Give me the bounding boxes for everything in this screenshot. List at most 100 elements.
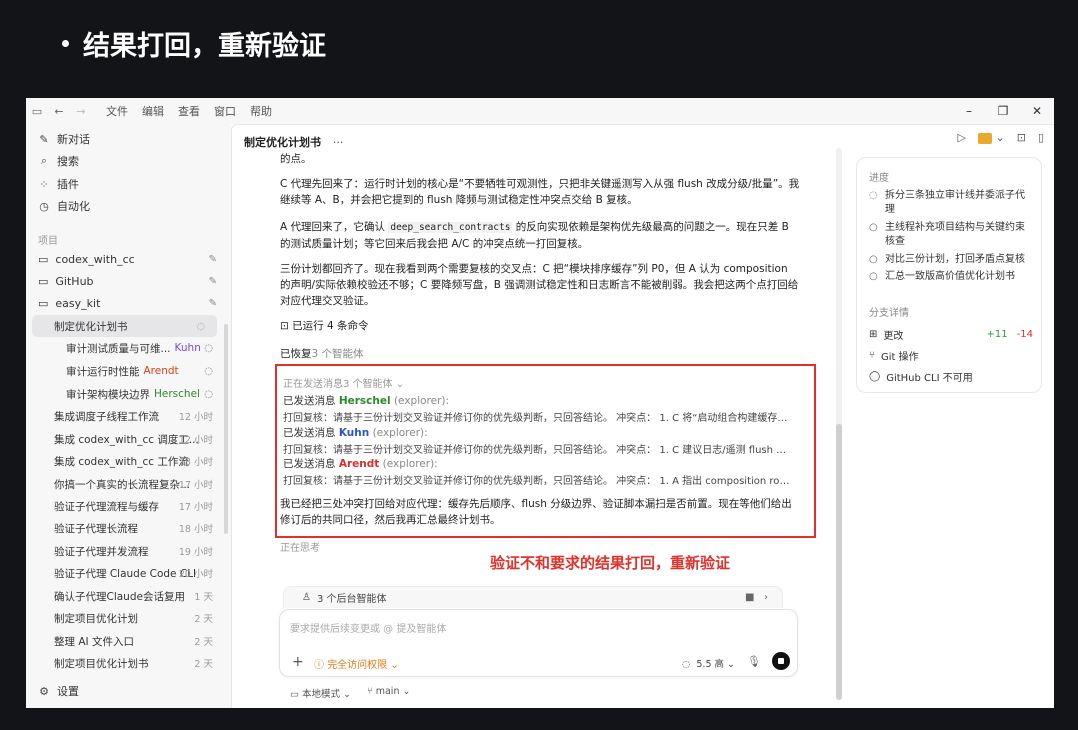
agent-role: (explorer):	[372, 427, 428, 439]
thread-item[interactable]: 制定项目优化计划 2 天	[26, 607, 231, 629]
thread-item[interactable]: 整理 AI 文件入口 2 天	[26, 630, 231, 652]
subagent-name: Kuhn	[174, 342, 201, 354]
task-circle-icon: ○	[869, 222, 878, 233]
menu-view[interactable]: 查看	[178, 103, 200, 119]
thread-time: 17 小时	[178, 480, 213, 491]
sidebar-item-label: 设置	[57, 685, 79, 698]
folder-icon: ▭	[38, 252, 49, 266]
subagent-item[interactable]: 审计运行时性能 Arendt ◌	[26, 360, 231, 382]
terminal-icon[interactable]: ⊡	[1017, 131, 1026, 144]
sidebar-scrollbar[interactable]	[224, 324, 228, 534]
sent-header: 已发送消息 Arendt (explorer):	[283, 456, 795, 471]
thread-time: 12 小时	[178, 412, 213, 423]
play-icon[interactable]: ▷	[958, 131, 966, 144]
branch-selector[interactable]: ⑂ main ⌄	[367, 686, 410, 700]
add-attachment-button[interactable]: +	[292, 654, 304, 670]
project-easy-kit[interactable]: ▭ easy_kit ✎	[26, 292, 231, 314]
thread-item[interactable]: 确认子代理Claude会话复用 1 天	[26, 585, 231, 607]
restored-label: 已恢复	[280, 348, 312, 360]
more-options-icon[interactable]: ···	[333, 136, 344, 149]
thread-item[interactable]: 集成 codex_with_cc 调度工... 12 小时	[26, 428, 231, 450]
local-mode-selector[interactable]: ▭ 本地模式 ⌄	[290, 686, 351, 700]
composer[interactable]: 要求提供后续变更或 @ 提及智能体 + ⓘ 完全访问权限 ⌄ ◌ 5.5 高 ⌄…	[279, 609, 798, 677]
annotation-text: 验证不和要求的结果打回，重新验证	[490, 554, 731, 572]
thread-label: 制定项目优化计划	[54, 612, 138, 625]
code-span: deep_search_contracts	[388, 222, 513, 233]
close-button[interactable]: ✕	[1020, 104, 1054, 118]
folder-icon: ▭	[38, 274, 49, 288]
thread-item[interactable]: 你搞一个真实的长流程复杂... 17 小时	[26, 473, 231, 495]
back-arrow-icon[interactable]: ←	[48, 105, 70, 118]
task-text: 对比三份计划，打回矛盾点复核	[885, 254, 1025, 265]
bar-controls[interactable]: ■ ›	[745, 592, 768, 603]
thread-item[interactable]: 制定项目优化计划书 2 天	[26, 652, 231, 674]
sent-label: 已发送消息	[283, 427, 336, 439]
sidebar-item-settings[interactable]: ⚙ 设置	[26, 680, 231, 702]
thread-label: 验证子代理 Claude Code CLI	[54, 567, 197, 580]
ran-commands-toggle[interactable]: ⊡ 已运行 4 条命令	[280, 318, 800, 334]
sidebar-item-search[interactable]: ⌕ 搜索	[26, 150, 231, 172]
sidebar-toggle-icon[interactable]: ▭	[26, 105, 48, 118]
menu-edit[interactable]: 编辑	[142, 103, 164, 119]
folder-open-icon: ▭	[38, 296, 49, 310]
thread-time: 18 小时	[178, 524, 213, 535]
stop-button[interactable]	[772, 652, 790, 670]
new-thread-icon[interactable]: ✎	[209, 276, 217, 287]
git-actions-row[interactable]: ⑂ Git 操作	[869, 348, 1033, 363]
diff-icon: ⊞	[869, 329, 878, 340]
thread-time: 12 小时	[178, 435, 213, 446]
thread-label: 制定优化计划书	[54, 320, 128, 333]
sidebar-item-automation[interactable]: ◷ 自动化	[26, 195, 231, 217]
thread-time: 2 天	[194, 637, 213, 648]
sidebar-item-new-chat[interactable]: ✎ 新对话	[26, 128, 231, 150]
thread-item[interactable]: 验证子代理 Claude Code CLI 20 小时	[26, 562, 231, 584]
main-scrollbar[interactable]	[836, 148, 842, 700]
subagent-item[interactable]: 审计架构模块边界 Herschel ◌	[26, 383, 231, 405]
thread-label: 整理 AI 文件入口	[54, 635, 134, 648]
branch-details-title: 分支详情	[869, 308, 909, 319]
menu-window[interactable]: 窗口	[214, 103, 236, 119]
thread-item[interactable]: 验证子代理流程与缓存 17 小时	[26, 495, 231, 517]
project-codex-with-cc[interactable]: ▭ codex_with_cc ✎	[26, 248, 231, 270]
new-thread-icon[interactable]: ✎	[209, 254, 217, 265]
message-text: A 代理回来了，它确认 deep_search_contracts 的反向实现依…	[280, 219, 800, 252]
changes-row[interactable]: ⊞ 更改 +11 -14	[869, 327, 1033, 342]
background-agents-label: 3 个后台智能体	[316, 594, 387, 605]
task-text: 拆分三条独立审计线并委派子代理	[885, 190, 1025, 215]
menu-file[interactable]: 文件	[106, 103, 128, 119]
forward-arrow-icon[interactable]: →	[70, 105, 92, 118]
background-agents-bar[interactable]: ♙ 3 个后台智能体 ■ ›	[283, 586, 783, 608]
github-cli-label: GitHub CLI 不可用	[886, 373, 973, 384]
model-selector[interactable]: ◌ 5.5 高 ⌄	[682, 656, 735, 670]
project-github[interactable]: ▭ GitHub ✎	[26, 270, 231, 292]
sidebar-item-label: 新对话	[57, 133, 90, 146]
thread-item[interactable]: 集成 codex_with_cc 工作流 13 小时	[26, 450, 231, 472]
header-toolbar: ▷ ⌄ ⊡ ▯	[958, 131, 1044, 144]
thread-active[interactable]: 制定优化计划书 ◌	[32, 315, 217, 337]
task-text: 汇总一致版高价值优化计划书	[885, 271, 1015, 282]
panel-toggle-icon[interactable]: ▯	[1038, 131, 1044, 144]
microphone-icon[interactable]: 🎙	[747, 655, 761, 668]
task-circle-icon: ○	[869, 271, 878, 282]
sent-message: 打回复核：请基于三份计划交叉验证并修订你的优先级判断，只回答结论。 冲突点： 1…	[283, 476, 795, 487]
composer-placeholder[interactable]: 要求提供后续变更或 @ 提及智能体	[290, 620, 446, 635]
sending-status[interactable]: 正在发送消息3 个智能体 ⌄	[283, 375, 795, 390]
permission-selector[interactable]: ⓘ 完全访问权限 ⌄	[314, 656, 399, 671]
agent-name: Herschel	[338, 395, 391, 407]
restored-agents: 已恢复3 个智能体	[280, 346, 800, 362]
changes-label: 更改	[883, 331, 904, 342]
scrollbar-thumb[interactable]	[836, 424, 842, 700]
maximize-button[interactable]: ❐	[986, 104, 1020, 118]
menu-help[interactable]: 帮助	[250, 103, 272, 119]
sidebar-item-plugins[interactable]: ⁘ 插件	[26, 173, 231, 195]
thread-item[interactable]: 验证子代理并发流程 19 小时	[26, 540, 231, 562]
task-text: 主线程补充项目结构与关键约束核查	[885, 222, 1025, 247]
subagent-item[interactable]: 审计测试质量与可维... Kuhn ◌	[26, 337, 231, 359]
task-item: ○ 对比三份计划，打回矛盾点复核	[869, 253, 1033, 267]
minimize-button[interactable]: –	[952, 104, 986, 118]
new-thread-icon[interactable]: ✎	[209, 298, 217, 309]
thread-item[interactable]: 集成调度子线程工作流 12 小时	[26, 405, 231, 427]
folder-picker[interactable]: ⌄	[978, 131, 1005, 144]
thread-item[interactable]: 验证子代理长流程 18 小时	[26, 517, 231, 539]
projects-section-label: 项目	[38, 236, 58, 247]
